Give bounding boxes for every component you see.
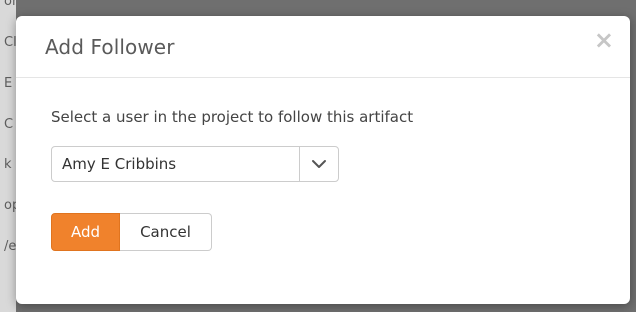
dialog-prompt: Select a user in the project to follow t…	[51, 108, 414, 126]
user-select[interactable]: Amy E Cribbins	[51, 146, 339, 182]
add-button[interactable]: Add	[51, 213, 120, 251]
background-text: Cl	[4, 35, 16, 50]
background-text: or	[4, 0, 16, 9]
dialog-header: Add Follower ×	[16, 16, 630, 78]
add-follower-dialog: Add Follower × Select a user in the proj…	[16, 16, 630, 304]
chevron-down-icon[interactable]	[299, 147, 338, 181]
cancel-button[interactable]: Cancel	[120, 213, 212, 251]
user-select-value: Amy E Cribbins	[62, 155, 177, 173]
background-page-strip: or Cl E C k op /e	[0, 0, 16, 312]
background-text: op	[4, 198, 16, 213]
background-text: /e	[4, 239, 16, 254]
background-text: C	[4, 117, 14, 132]
background-text: E	[4, 76, 13, 91]
background-text: k	[4, 157, 12, 172]
dialog-title: Add Follower	[45, 35, 175, 59]
close-icon[interactable]: ×	[594, 28, 614, 52]
